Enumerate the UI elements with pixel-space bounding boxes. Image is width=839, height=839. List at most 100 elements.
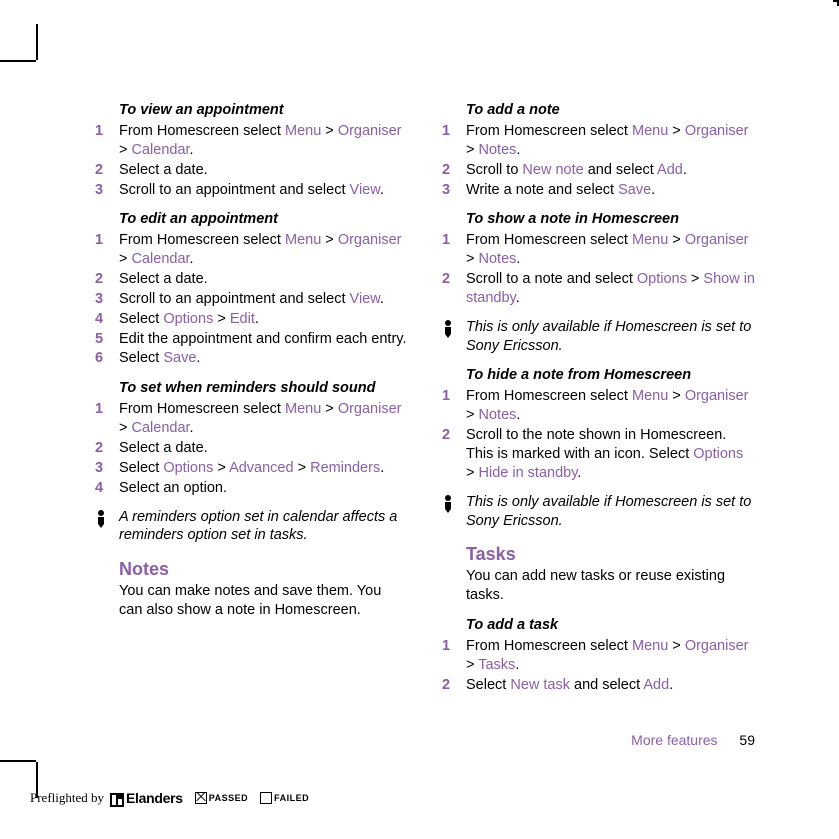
- step-body: Scroll to New note and select Add.: [466, 161, 755, 180]
- ui-term: Organiser: [338, 401, 402, 417]
- info-icon: [95, 508, 111, 530]
- step-body: Scroll to an appointment and select View…: [119, 290, 408, 309]
- page-content: To view an appointment 1From Homescreen …: [95, 90, 755, 696]
- step: 1From Homescreen select Menu > Organiser…: [442, 122, 755, 160]
- step: 2Select New task and select Add.: [442, 676, 755, 695]
- step-number: 1: [95, 231, 119, 269]
- step: 3Write a note and select Save.: [442, 181, 755, 200]
- step-number: 3: [95, 459, 119, 478]
- step-body: From Homescreen select Menu > Organiser …: [466, 231, 755, 269]
- left-column: To view an appointment 1From Homescreen …: [95, 90, 408, 696]
- note-callout: This is only available if Homescreen is …: [442, 318, 755, 356]
- step-body: From Homescreen select Menu > Organiser …: [466, 637, 755, 675]
- section-title: To show a note in Homescreen: [466, 211, 755, 227]
- ui-term: Save: [618, 182, 651, 198]
- section-title: To add a note: [466, 102, 755, 118]
- ui-term: Organiser: [685, 123, 749, 139]
- step-body: Scroll to a note and select Options > Sh…: [466, 270, 755, 308]
- step: 2Scroll to the note shown in Homescreen.…: [442, 426, 755, 483]
- step-list: 1From Homescreen select Menu > Organiser…: [442, 637, 755, 695]
- step-body: Scroll to the note shown in Homescreen. …: [466, 426, 755, 483]
- ui-term: Tasks: [478, 657, 515, 673]
- step-number: 5: [95, 330, 119, 349]
- step-list: 1From Homescreen select Menu > Organiser…: [95, 231, 408, 368]
- intro-text: You can add new tasks or reuse existing …: [466, 567, 755, 605]
- page-footer: More features 59: [95, 732, 755, 748]
- step-body: Select a date.: [119, 439, 408, 458]
- note-text: This is only available if Homescreen is …: [466, 318, 755, 356]
- ui-term: Hide in standby: [479, 465, 578, 481]
- ui-term: Add: [657, 162, 683, 178]
- heading-tasks: Tasks: [466, 544, 755, 565]
- ui-term: Menu: [632, 388, 668, 404]
- step-body: Write a note and select Save.: [466, 181, 755, 200]
- step: 3Select Options > Advanced > Reminders.: [95, 459, 408, 478]
- step-body: Select Options > Edit.: [119, 310, 408, 329]
- ui-term: Save: [163, 350, 196, 366]
- step-body: Scroll to an appointment and select View…: [119, 181, 408, 200]
- ui-term: Options: [693, 446, 743, 462]
- elanders-logo: Elanders: [110, 790, 183, 807]
- step: 2Scroll to New note and select Add.: [442, 161, 755, 180]
- ui-term: Notes: [479, 407, 517, 423]
- step: 1From Homescreen select Menu > Organiser…: [442, 637, 755, 675]
- ui-term: Organiser: [338, 123, 402, 139]
- section-title: To set when reminders should sound: [119, 380, 408, 396]
- preflight-passed: PASSED: [195, 792, 248, 804]
- ui-term: Organiser: [685, 388, 749, 404]
- ui-term: Notes: [479, 142, 517, 158]
- step-list: 1From Homescreen select Menu > Organiser…: [442, 231, 755, 307]
- step-number: 6: [95, 349, 119, 368]
- preflight-bar: Preflighted by Elanders PASSED FAILED: [30, 790, 309, 807]
- step-body: From Homescreen select Menu > Organiser …: [466, 122, 755, 160]
- step-number: 1: [95, 122, 119, 160]
- ui-term: New task: [510, 677, 570, 693]
- step-number: 2: [95, 161, 119, 180]
- ui-term: New note: [522, 162, 583, 178]
- step-number: 1: [95, 400, 119, 438]
- step: 2Select a date.: [95, 270, 408, 289]
- step-number: 4: [95, 479, 119, 498]
- step-number: 2: [95, 270, 119, 289]
- step-number: 4: [95, 310, 119, 329]
- ui-term: Menu: [285, 232, 321, 248]
- step-list: 1From Homescreen select Menu > Organiser…: [95, 400, 408, 497]
- step-number: 2: [442, 161, 466, 180]
- note-callout: A reminders option set in calendar affec…: [95, 508, 408, 546]
- ui-term: Calendar: [132, 420, 190, 436]
- section-title: To add a task: [466, 617, 755, 633]
- step-body: Edit the appointment and confirm each en…: [119, 330, 408, 349]
- step: 1From Homescreen select Menu > Organiser…: [95, 122, 408, 160]
- step: 6Select Save.: [95, 349, 408, 368]
- note-text: A reminders option set in calendar affec…: [119, 508, 408, 546]
- section-title: To view an appointment: [119, 102, 408, 118]
- step-body: Select a date.: [119, 270, 408, 289]
- ui-term: Edit: [230, 311, 255, 327]
- info-icon: [442, 318, 458, 340]
- step-number: 2: [442, 270, 466, 308]
- intro-text: You can make notes and save them. You ca…: [119, 582, 408, 620]
- step: 3Scroll to an appointment and select Vie…: [95, 181, 408, 200]
- ui-term: Organiser: [685, 232, 749, 248]
- ui-term: Menu: [632, 123, 668, 139]
- ui-term: Options: [163, 460, 213, 476]
- step: 4Select Options > Edit.: [95, 310, 408, 329]
- step: 2Select a date.: [95, 161, 408, 180]
- step-number: 2: [442, 426, 466, 483]
- step-number: 3: [95, 290, 119, 309]
- step-number: 1: [442, 637, 466, 675]
- ui-term: Options: [637, 271, 687, 287]
- step: 2Scroll to a note and select Options > S…: [442, 270, 755, 308]
- step-body: Select Options > Advanced > Reminders.: [119, 459, 408, 478]
- preflight-failed: FAILED: [260, 792, 309, 804]
- note-callout: This is only available if Homescreen is …: [442, 493, 755, 531]
- step-number: 3: [442, 181, 466, 200]
- step-number: 1: [442, 231, 466, 269]
- step-list: 1From Homescreen select Menu > Organiser…: [442, 387, 755, 482]
- step: 4Select an option.: [95, 479, 408, 498]
- ui-term: View: [350, 291, 380, 307]
- step: 5Edit the appointment and confirm each e…: [95, 330, 408, 349]
- info-icon: [442, 493, 458, 515]
- step-number: 1: [442, 387, 466, 425]
- step-body: From Homescreen select Menu > Organiser …: [466, 387, 755, 425]
